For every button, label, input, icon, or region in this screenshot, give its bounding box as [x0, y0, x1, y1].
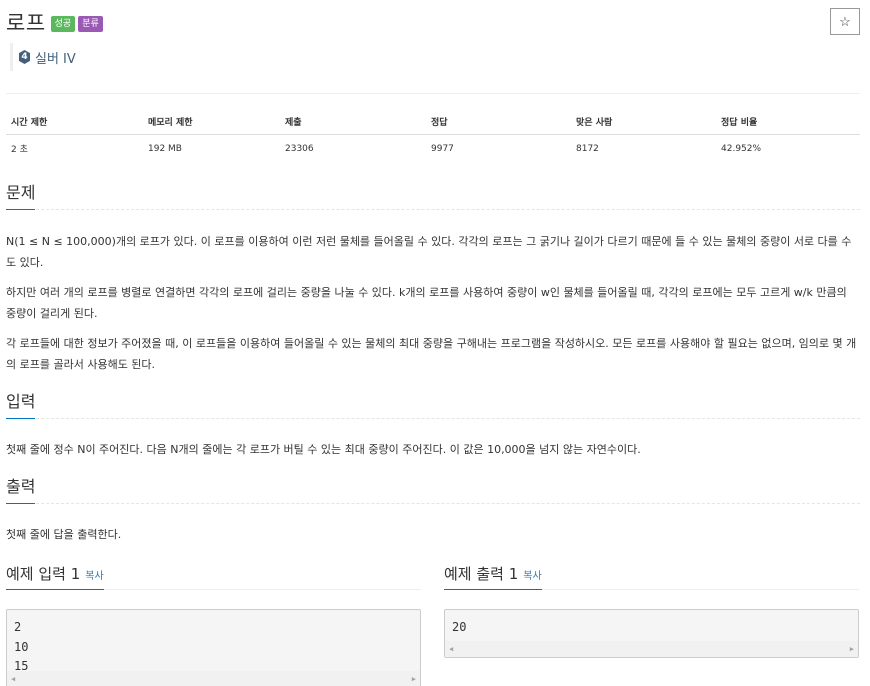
- copy-output-button[interactable]: 복사: [523, 571, 541, 582]
- input-section-header: 입력: [6, 389, 860, 419]
- output-description: 첫째 줄에 답을 출력한다.: [6, 528, 122, 541]
- header-accept-ratio: 정답 비율: [721, 117, 758, 128]
- header-solved-users: 맞은 사람: [576, 117, 613, 128]
- problem-info-table: 시간 제한 메모리 제한 제출 정답 맞은 사람 정답 비율 2 초 192 M…: [6, 108, 860, 161]
- horizontal-scrollbar[interactable]: ◀ ▶: [7, 671, 420, 686]
- sample-output-box[interactable]: 20 ◀ ▶: [444, 609, 859, 658]
- tier-icon: 4: [19, 50, 30, 64]
- category-badge[interactable]: 분류: [78, 16, 103, 32]
- problem-section-header: 문제: [6, 180, 860, 210]
- sample-input-content: 2 10 15: [14, 620, 29, 673]
- copy-input-button[interactable]: 복사: [85, 571, 103, 582]
- problem-paragraph-1: N(1 ≤ N ≤ 100,000)개의 로프가 있다. 이 로프를 이용하여 …: [6, 235, 852, 269]
- sample-input-box[interactable]: 2 10 15 ◀ ▶: [6, 609, 421, 686]
- status-badge-success: 성공: [50, 16, 76, 32]
- horizontal-scrollbar[interactable]: ◀ ▶: [445, 641, 858, 657]
- output-section-header: 출력: [6, 474, 860, 504]
- input-section-title: 입력: [6, 388, 36, 419]
- sample-output-content: 20: [452, 620, 467, 634]
- star-icon: ☆: [839, 13, 851, 29]
- header-time-limit: 시간 제한: [11, 117, 48, 128]
- sample-output-title-text: 예제 출력 1: [444, 565, 519, 583]
- page-title: 로프: [6, 11, 46, 35]
- cell-submissions: 23306: [285, 143, 314, 154]
- problem-paragraph-2: 하지만 여러 개의 로프를 병렬로 연결하면 각각의 로프에 걸리는 중량을 나…: [6, 286, 847, 320]
- sample-input-title: 예제 입력 1 복사: [6, 563, 104, 590]
- scroll-right-icon[interactable]: ▶: [412, 675, 416, 683]
- header-submissions: 제출: [285, 117, 302, 128]
- cell-accept-ratio: 42.952%: [721, 143, 762, 154]
- cell-solved-users: 8172: [576, 143, 599, 154]
- output-section-title: 출력: [6, 473, 36, 504]
- scroll-left-icon[interactable]: ◀: [11, 675, 15, 683]
- problem-header: 로프 성공 분류: [6, 8, 103, 36]
- sample-input-title-text: 예제 입력 1: [6, 565, 81, 583]
- header-accepted: 정답: [431, 117, 448, 128]
- problem-paragraph-3: 각 로프들에 대한 정보가 주어졌을 때, 이 로프들을 이용하여 들어올릴 수…: [6, 337, 857, 371]
- star-button[interactable]: ☆: [830, 8, 860, 35]
- problem-section-title: 문제: [6, 179, 36, 210]
- tier-label: 실버 IV: [35, 51, 76, 67]
- tier-indicator: 4 실버 IV: [10, 43, 76, 71]
- cell-time-limit: 2 초: [11, 145, 28, 155]
- header-memory-limit: 메모리 제한: [148, 117, 193, 128]
- sample-output-header: 예제 출력 1 복사: [444, 560, 859, 590]
- scroll-right-icon[interactable]: ▶: [850, 645, 854, 653]
- sample-output-title: 예제 출력 1 복사: [444, 563, 542, 590]
- cell-accepted: 9977: [431, 143, 454, 154]
- input-description: 첫째 줄에 정수 N이 주어진다. 다음 N개의 줄에는 각 로프가 버틸 수 …: [6, 443, 641, 456]
- table-row: 2 초 192 MB 23306 9977 8172 42.952%: [6, 135, 860, 161]
- sample-input-header: 예제 입력 1 복사: [6, 560, 421, 590]
- table-header-row: 시간 제한 메모리 제한 제출 정답 맞은 사람 정답 비율: [6, 108, 860, 135]
- divider: [6, 93, 860, 94]
- scroll-left-icon[interactable]: ◀: [449, 645, 453, 653]
- cell-memory-limit: 192 MB: [148, 143, 182, 154]
